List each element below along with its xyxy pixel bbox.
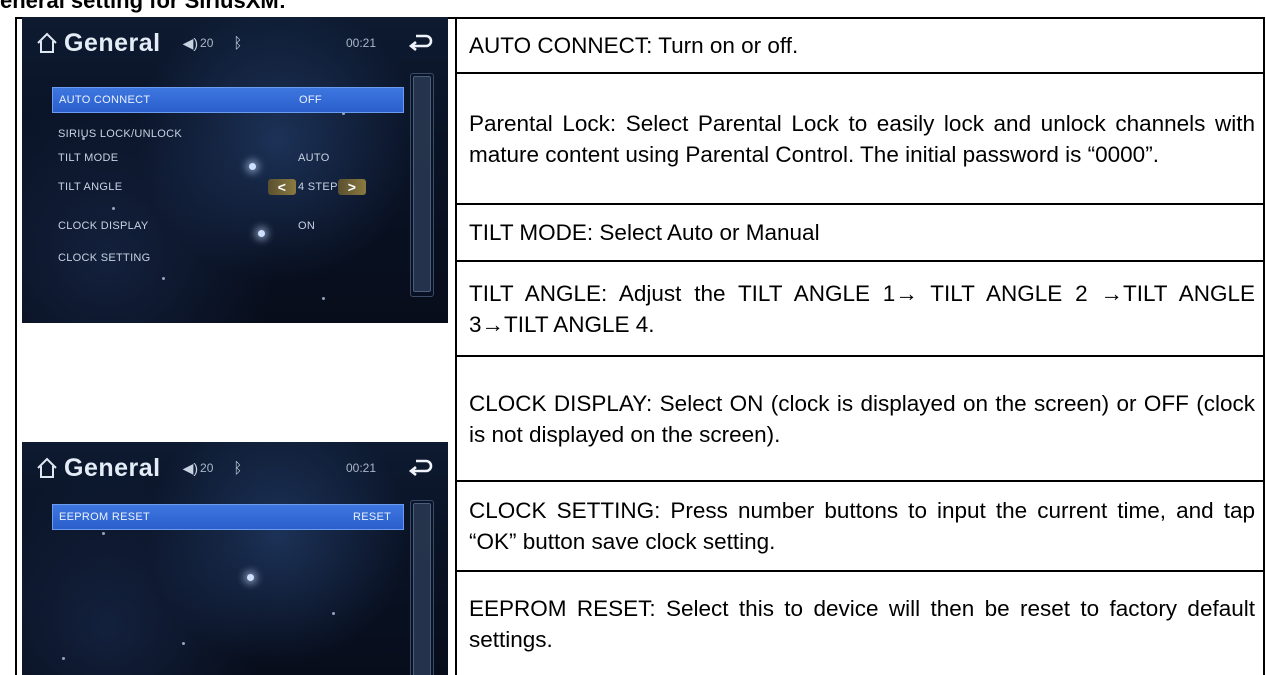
bluetooth-icon: ᛒ (233, 34, 243, 52)
menu-item-label: CLOCK SETTING (58, 252, 151, 264)
description-text: AUTO CONNECT: Turn on or off. (469, 33, 799, 58)
volume-icon: ◀) (182, 459, 199, 476)
menu-item-sirius-lock[interactable]: SIRIUS LOCK/UNLOCK (52, 121, 404, 147)
row-clock-setting: CLOCK SETTING: Press number buttons to i… (457, 482, 1265, 570)
volume-level: 20 (200, 461, 214, 475)
menu-item-value: ON (298, 220, 316, 232)
prev-arrow-button[interactable]: < (268, 179, 296, 195)
menu-item-clock-display[interactable]: CLOCK DISPLAY ON (52, 213, 404, 239)
description-text: CLOCK SETTING: Press number buttons to i… (469, 498, 1255, 554)
menu-item-label: SIRIUS LOCK/UNLOCK (58, 128, 182, 140)
menu-item-label: CLOCK DISPLAY (58, 220, 149, 232)
screen-title: General (64, 453, 161, 482)
bluetooth-icon: ᛒ (233, 459, 243, 477)
menu-item-value: OFF (299, 94, 322, 106)
home-icon[interactable] (36, 31, 58, 55)
volume-level: 20 (200, 36, 214, 50)
row-parental-lock: Parental Lock: Select Parental Lock to e… (457, 74, 1265, 203)
screen-header: General ◀) 20 ᛒ 00:21 (22, 442, 448, 494)
menu-item-tilt-mode[interactable]: TILT MODE AUTO (52, 145, 404, 171)
back-icon[interactable] (408, 32, 434, 54)
scroll-thumb[interactable] (413, 76, 431, 292)
description-text: TILT MODE: Select Auto or Manual (469, 220, 820, 245)
section-heading: eneral setting for SiriusXM: (0, 0, 287, 13)
screen-title: General (64, 28, 161, 57)
row-auto-connect: AUTO CONNECT: Turn on or off. (457, 19, 1265, 72)
row-tilt-mode: TILT MODE: Select Auto or Manual (457, 205, 1265, 260)
menu-item-clock-setting[interactable]: CLOCK SETTING (52, 245, 404, 271)
menu-item-value: RESET (353, 511, 392, 523)
scroll-thumb[interactable] (413, 503, 431, 675)
menu-item-value: AUTO (298, 152, 330, 164)
description-text: EEPROM RESET: Select this to device will… (469, 595, 1255, 652)
menu-item-value: 4 STEP (298, 181, 338, 193)
menu-item-label: AUTO CONNECT (59, 94, 151, 106)
screen-header: General ◀) 20 ᛒ 00:21 (22, 17, 448, 69)
clock-time: 00:21 (345, 461, 376, 475)
volume-icon: ◀) (182, 34, 199, 51)
next-arrow-button[interactable]: > (338, 179, 366, 195)
menu-item-label: TILT ANGLE (58, 181, 123, 193)
scrollbar[interactable] (410, 73, 434, 297)
back-icon[interactable] (408, 457, 434, 479)
menu-item-label: EEPROM RESET (59, 511, 151, 523)
description-text: CLOCK DISPLAY: Select ON (clock is displ… (469, 390, 1255, 447)
description-text: TILT ANGLE: Adjust the TILT ANGLE 1→ TIL… (469, 280, 1255, 337)
scrollbar[interactable] (410, 500, 434, 675)
description-text: Parental Lock: Select Parental Lock to e… (469, 110, 1255, 167)
row-clock-display: CLOCK DISPLAY: Select ON (clock is displ… (457, 357, 1265, 480)
menu-item-label: TILT MODE (58, 152, 119, 164)
row-tilt-angle: TILT ANGLE: Adjust the TILT ANGLE 1→ TIL… (457, 262, 1265, 355)
menu-item-eeprom-reset[interactable]: EEPROM RESET RESET (52, 504, 404, 530)
eeprom-reset-screen: General ◀) 20 ᛒ 00:21 EEPROM RESET RESET (22, 442, 448, 675)
clock-time: 00:21 (345, 36, 376, 50)
general-settings-screen: General ◀) 20 ᛒ 00:21 AUTO CONNECT OFF S… (22, 17, 448, 323)
menu-item-tilt-angle[interactable]: TILT ANGLE < 4 STEP > (52, 174, 404, 200)
home-icon[interactable] (36, 456, 58, 480)
row-eeprom-reset: EEPROM RESET: Select this to device will… (457, 572, 1265, 675)
menu-item-auto-connect[interactable]: AUTO CONNECT OFF (52, 87, 404, 113)
